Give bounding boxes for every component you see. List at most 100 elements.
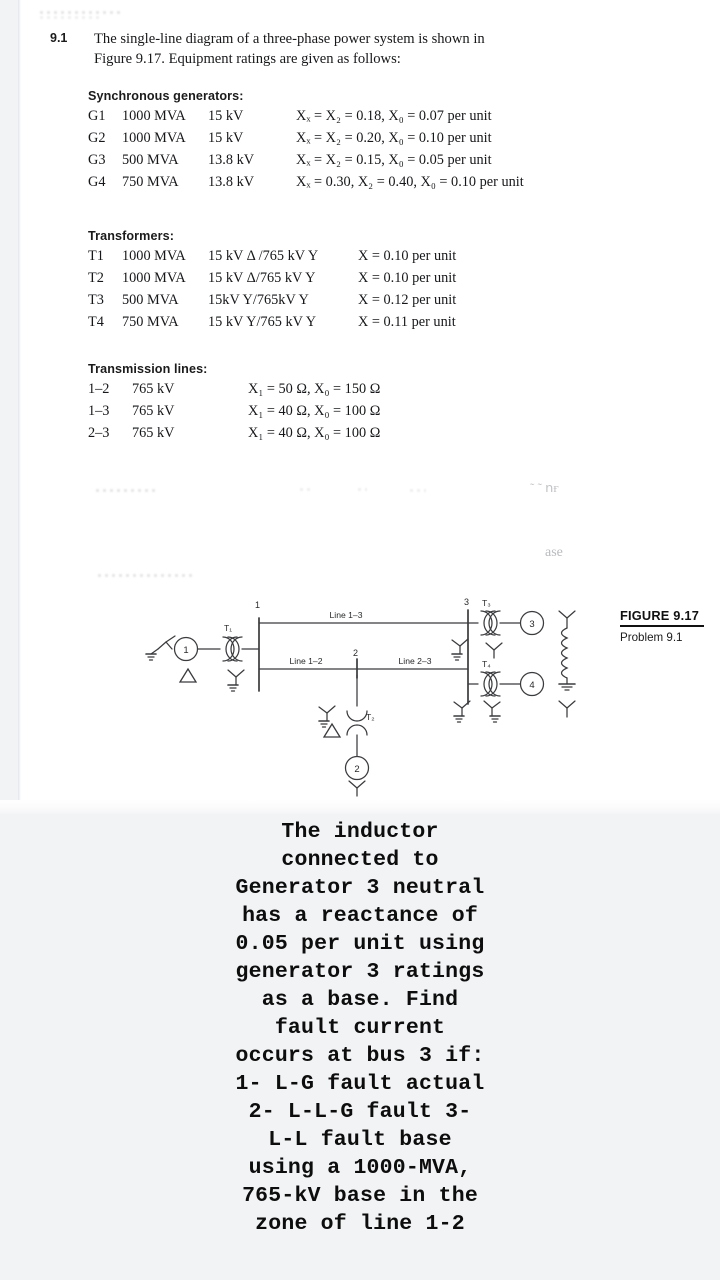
problem-number: 9.1 bbox=[50, 31, 68, 45]
t3-wye bbox=[485, 642, 503, 659]
overlay-line: L-L fault base bbox=[268, 1128, 452, 1152]
table-row: T1 1000 MVA 15 kV Δ /765 kV Y X = 0.10 p… bbox=[88, 248, 456, 270]
generator-2-neutral-wye bbox=[348, 780, 366, 797]
page-bottom-edge bbox=[0, 800, 720, 814]
overlay-line: Generator 3 neutral bbox=[235, 876, 485, 900]
generator-1-neutral-wye-ground bbox=[145, 635, 176, 661]
generators-heading: Synchronous generators: bbox=[88, 89, 244, 103]
diagram-svg: 1 2 3 T₁ T₂ T₃ T₄ Line 1–3 Line 1–2 Line… bbox=[145, 597, 576, 797]
generator-2-label: 2 bbox=[354, 764, 359, 775]
transformer-tag: T4 bbox=[88, 314, 104, 330]
bus-2-label: 2 bbox=[353, 648, 358, 658]
table-row: 1–3 765 kV X₁ = 40 Ω, X₀ = 100 Ω bbox=[88, 403, 380, 425]
line-1-2-label: Line 1–2 bbox=[290, 656, 323, 666]
transformer-voltage: 15 kV Y/765 kV Y bbox=[208, 314, 317, 330]
overlay-line: using a 1000-MVA, bbox=[248, 1156, 472, 1180]
generator-impedance: Xₓ = X₂ = 0.15, X₀ = 0.05 per unit bbox=[296, 152, 492, 168]
t2-delta-symbol bbox=[322, 722, 342, 738]
generator-rating: 500 MVA bbox=[122, 152, 179, 168]
line-voltage: 765 kV bbox=[132, 381, 175, 397]
generator-impedance: Xₓ = X₂ = 0.18, X₀ = 0.07 per unit bbox=[296, 108, 492, 124]
t1-delta-symbol bbox=[178, 667, 198, 683]
lines-table: 1–2 765 kV X₁ = 50 Ω, X₀ = 150 Ω 1–3 765… bbox=[88, 381, 380, 447]
transformer-tag: T3 bbox=[88, 292, 104, 308]
bus-3-label: 3 bbox=[464, 597, 469, 607]
ghost-fragment-1 bbox=[96, 489, 158, 492]
generator-voltage: 13.8 kV bbox=[208, 152, 255, 168]
generator-voltage: 13.8 kV bbox=[208, 174, 255, 190]
table-row: 2–3 765 kV X₁ = 40 Ω, X₀ = 100 Ω bbox=[88, 425, 380, 447]
figure-caption-rule bbox=[620, 625, 704, 628]
overlay-line: 1- L-G fault actual bbox=[235, 1072, 485, 1096]
overlay-line: occurs at bus 3 if: bbox=[235, 1044, 485, 1068]
overlay-line: as a base. Find bbox=[261, 988, 459, 1012]
table-row: T3 500 MVA 15kV Y/765kV Y X = 0.12 per u… bbox=[88, 292, 456, 314]
generator-impedance: Xₓ = X₂ = 0.20, X₀ = 0.10 per unit bbox=[296, 130, 492, 146]
table-row: 1–2 765 kV X₁ = 50 Ω, X₀ = 150 Ω bbox=[88, 381, 380, 403]
transformer-t3-label: T₃ bbox=[482, 598, 491, 608]
ghost-fragment-5 bbox=[98, 574, 194, 577]
generator-voltage: 15 kV bbox=[208, 108, 244, 124]
line-tag: 2–3 bbox=[88, 425, 110, 441]
t2-winding-top-a bbox=[346, 710, 358, 722]
generator-rating: 1000 MVA bbox=[122, 130, 186, 146]
t4-wye-ground-right bbox=[483, 700, 501, 723]
t2-winding-bot-a bbox=[346, 724, 358, 736]
generator-1-label: 1 bbox=[183, 645, 188, 656]
generator-impedance: Xₓ = 0.30, X₂ = 0.40, X₀ = 0.10 per unit bbox=[296, 174, 524, 190]
single-line-diagram: 1 2 3 T₁ T₂ T₃ T₄ Line 1–3 Line 1–2 Line… bbox=[120, 596, 590, 808]
line-2-3-label: Line 2–3 bbox=[399, 656, 432, 666]
transformer-t2-label: T₂ bbox=[366, 712, 375, 722]
ghost-fragment-ase: ase bbox=[545, 545, 563, 560]
lines-heading: Transmission lines: bbox=[88, 362, 208, 376]
transformer-voltage: 15 kV Δ /765 kV Y bbox=[208, 248, 319, 264]
transformers-table: T1 1000 MVA 15 kV Δ /765 kV Y X = 0.10 p… bbox=[88, 248, 456, 336]
inductor-coil bbox=[560, 627, 569, 679]
table-row: G3 500 MVA 13.8 kV Xₓ = X₂ = 0.15, X₀ = … bbox=[88, 152, 524, 174]
generator-rating: 750 MVA bbox=[122, 174, 179, 190]
figure-caption: FIGURE 9.17 Problem 9.1 bbox=[620, 608, 708, 644]
t1-wye-ground bbox=[227, 669, 245, 692]
overlay-line: zone of line 1-2 bbox=[255, 1212, 465, 1236]
t2-winding-bot-b bbox=[356, 724, 368, 736]
generator-tag: G4 bbox=[88, 174, 106, 190]
transformer-tag: T2 bbox=[88, 270, 104, 286]
overlay-line: 765-kV base in the bbox=[242, 1184, 478, 1208]
generator-3-label: 3 bbox=[529, 619, 534, 630]
ghost-fragment-2 bbox=[300, 488, 310, 491]
overlay-line: fault current bbox=[274, 1016, 446, 1040]
transformer-rating: 1000 MVA bbox=[122, 248, 186, 264]
overlay-question: The inductor connected to Generator 3 ne… bbox=[0, 818, 720, 1238]
line-tag: 1–2 bbox=[88, 381, 110, 397]
table-row: T2 1000 MVA 15 kV Δ/765 kV Y X = 0.10 pe… bbox=[88, 270, 456, 292]
transformers-heading: Transformers: bbox=[88, 229, 174, 243]
screenshot-root: 9.1 The single-line diagram of a three-p… bbox=[0, 0, 720, 1280]
figure-caption-title: FIGURE 9.17 bbox=[620, 608, 700, 623]
line-1-3-label: Line 1–3 bbox=[330, 610, 363, 620]
generators-table: G1 1000 MVA 15 kV Xₓ = X₂ = 0.18, X₀ = 0… bbox=[88, 108, 524, 196]
bus3-wye-ground-upper bbox=[451, 638, 469, 661]
problem-statement-line-2: Figure 9.17. Equipment ratings are given… bbox=[94, 51, 401, 67]
overlay-line: The inductor bbox=[281, 820, 439, 844]
transformer-voltage: 15 kV Δ/765 kV Y bbox=[208, 270, 316, 286]
transformer-t1-label: T₁ bbox=[224, 623, 232, 633]
overlay-line: 2- L-L-G fault 3- bbox=[248, 1100, 472, 1124]
generator-voltage: 15 kV bbox=[208, 130, 244, 146]
bus-1-label: 1 bbox=[255, 600, 260, 610]
table-row: G1 1000 MVA 15 kV Xₓ = X₂ = 0.18, X₀ = 0… bbox=[88, 108, 524, 130]
ghost-text-top bbox=[40, 11, 120, 14]
overlay-line: 0.05 per unit using bbox=[235, 932, 485, 956]
line-impedance: X₁ = 40 Ω, X₀ = 100 Ω bbox=[248, 403, 381, 419]
line-tag: 1–3 bbox=[88, 403, 110, 419]
transformer-impedance: X = 0.10 per unit bbox=[358, 248, 457, 264]
ghost-fragment-4 bbox=[410, 489, 426, 492]
transformer-voltage: 15kV Y/765kV Y bbox=[208, 292, 309, 308]
problem-statement: The single-line diagram of a three-phase… bbox=[94, 29, 566, 69]
neutral-grounding-inductor bbox=[558, 610, 576, 718]
transformer-impedance: X = 0.12 per unit bbox=[358, 292, 457, 308]
ghost-fragment-right-top: ˜ ˜ ոғ bbox=[530, 480, 559, 495]
overlay-line: has a reactance of bbox=[242, 904, 478, 928]
transformer-t4-label: T₄ bbox=[482, 659, 491, 669]
ghost-text-top-2 bbox=[40, 16, 102, 19]
table-row: G4 750 MVA 13.8 kV Xₓ = 0.30, X₂ = 0.40,… bbox=[88, 174, 524, 196]
